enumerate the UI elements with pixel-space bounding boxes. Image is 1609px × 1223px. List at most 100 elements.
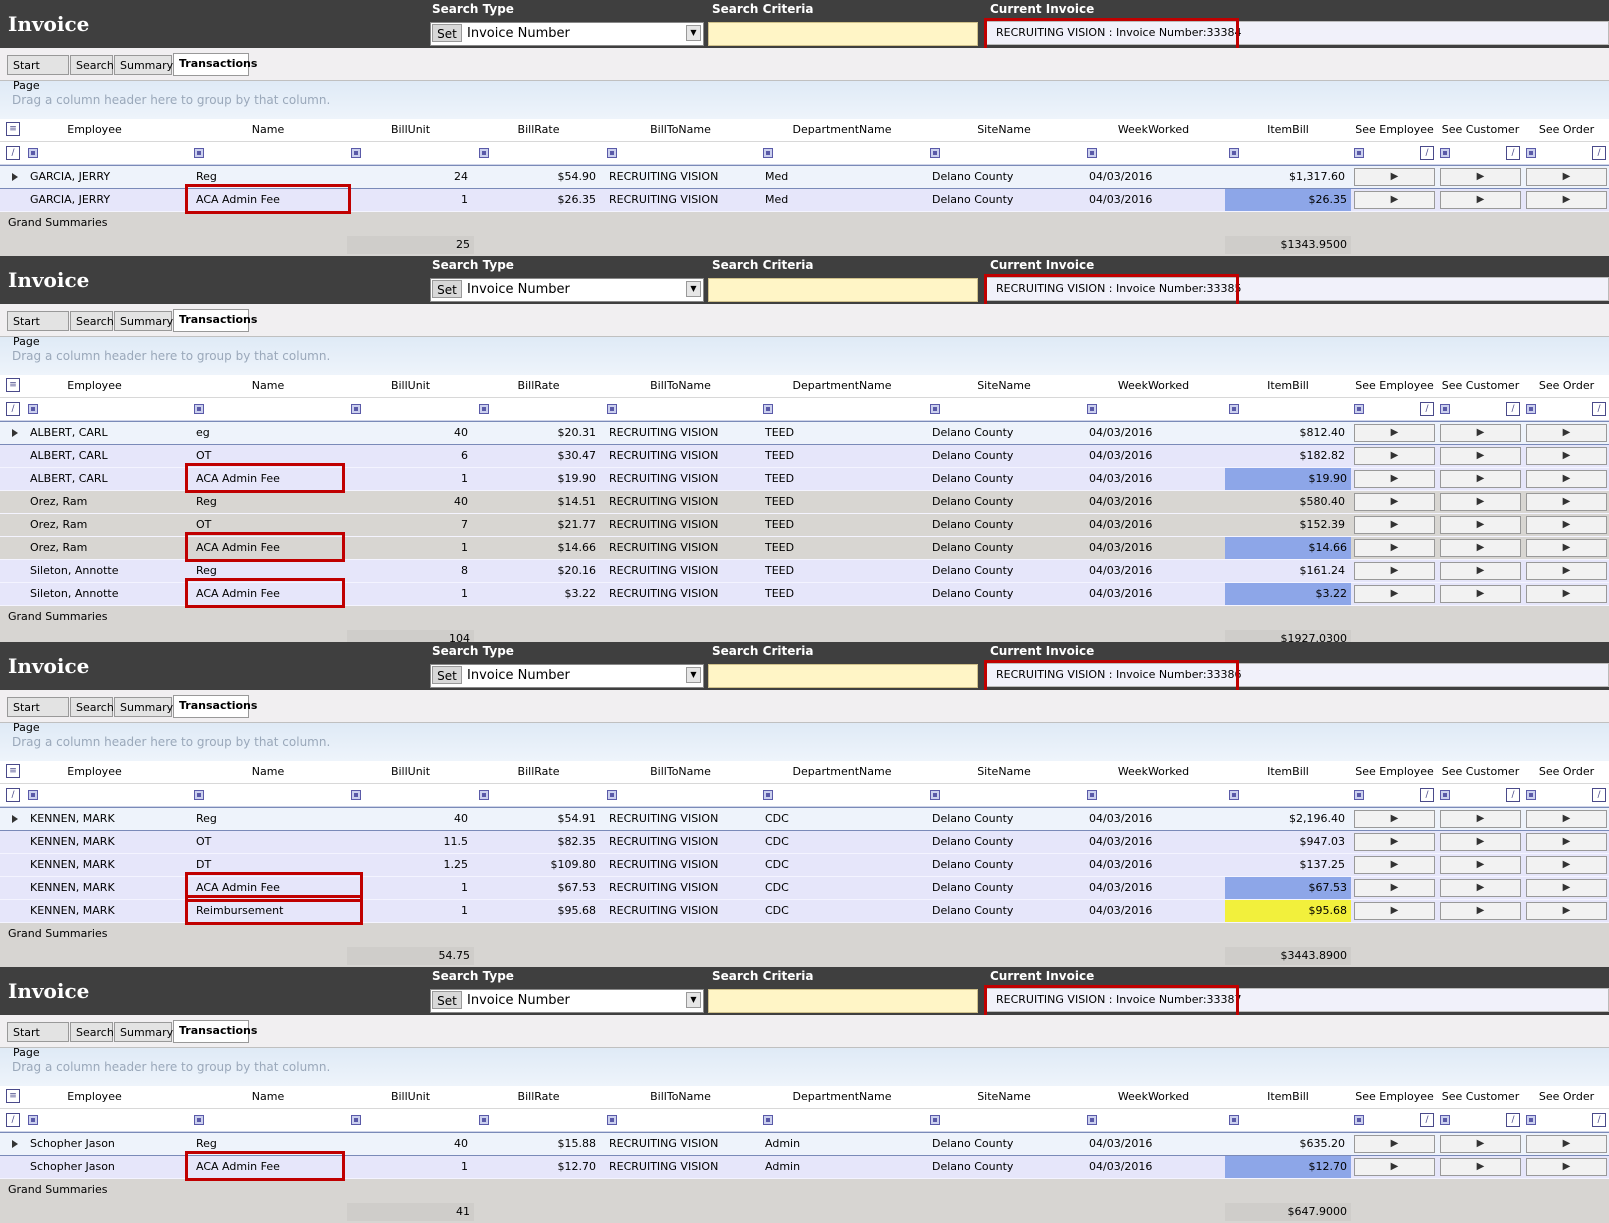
column-header-itembill[interactable]: ItemBill	[1225, 375, 1351, 397]
tab-search[interactable]: Search	[70, 1022, 114, 1042]
column-header-see-customer[interactable]: See Customer	[1438, 761, 1523, 783]
column-header-weekworked[interactable]: WeekWorked	[1083, 119, 1224, 141]
see-order-button[interactable]: ▶	[1526, 1135, 1607, 1153]
filter-icon[interactable]	[28, 148, 38, 158]
see-order-button[interactable]: ▶	[1526, 493, 1607, 511]
column-header-see-customer[interactable]: See Customer	[1438, 1086, 1523, 1108]
column-header-see-employee[interactable]: See Employee	[1352, 1086, 1437, 1108]
tab-search[interactable]: Search	[70, 55, 114, 75]
search-type-select[interactable]: Set Invoice Number ▼	[430, 664, 704, 688]
chevron-down-icon[interactable]: ▼	[686, 992, 701, 1008]
see-order-button[interactable]: ▶	[1526, 191, 1607, 209]
see-customer-button[interactable]: ▶	[1440, 585, 1521, 603]
column-header-see-employee[interactable]: See Employee	[1352, 119, 1437, 141]
column-header-billunit[interactable]: BillUnit	[347, 761, 474, 783]
filter-icon[interactable]	[479, 790, 489, 800]
filter-icon[interactable]	[1087, 790, 1097, 800]
see-employee-button[interactable]: ▶	[1354, 562, 1435, 580]
see-employee-button[interactable]: ▶	[1354, 1158, 1435, 1176]
see-employee-button[interactable]: ▶	[1354, 1135, 1435, 1153]
tab-transactions[interactable]: Transactions	[173, 1020, 257, 1043]
see-employee-button[interactable]: ▶	[1354, 879, 1435, 897]
column-header-sitename[interactable]: SiteName	[926, 1086, 1082, 1108]
see-customer-button[interactable]: ▶	[1440, 470, 1521, 488]
filter-icon[interactable]	[351, 148, 361, 158]
column-header-weekworked[interactable]: WeekWorked	[1083, 375, 1224, 397]
see-customer-button[interactable]: ▶	[1440, 493, 1521, 511]
tab-summary[interactable]: Summary	[114, 311, 173, 331]
filter-icon[interactable]	[1087, 404, 1097, 414]
search-criteria-input[interactable]	[708, 664, 978, 688]
column-header-itembill[interactable]: ItemBill	[1225, 1086, 1351, 1108]
clear-filter-icon[interactable]: ∕	[1506, 788, 1520, 802]
filter-icon[interactable]	[607, 404, 617, 414]
table-row[interactable]: KENNEN, MARK Reimbursement 1 $95.68 RECRUITI…	[0, 895, 1609, 925]
column-header-sitename[interactable]: SiteName	[926, 375, 1082, 397]
filter-icon[interactable]	[479, 148, 489, 158]
see-employee-button[interactable]: ▶	[1354, 810, 1435, 828]
clear-filter-icon[interactable]: ∕	[1420, 402, 1434, 416]
see-employee-button[interactable]: ▶	[1354, 168, 1435, 186]
filter-icon[interactable]	[351, 790, 361, 800]
chevron-down-icon[interactable]: ▼	[686, 667, 701, 683]
column-header-sitename[interactable]: SiteName	[926, 761, 1082, 783]
filter-icon[interactable]	[607, 790, 617, 800]
clear-filter-icon[interactable]: ∕	[1506, 1113, 1520, 1127]
filter-icon[interactable]	[1229, 148, 1239, 158]
see-customer-button[interactable]: ▶	[1440, 516, 1521, 534]
filter-icon[interactable]	[763, 790, 773, 800]
filter-icon[interactable]	[1440, 790, 1450, 800]
clear-filter-icon[interactable]: ∕	[1592, 402, 1606, 416]
column-header-billunit[interactable]: BillUnit	[347, 119, 474, 141]
see-order-button[interactable]: ▶	[1526, 447, 1607, 465]
see-order-button[interactable]: ▶	[1526, 562, 1607, 580]
see-customer-button[interactable]: ▶	[1440, 168, 1521, 186]
clear-filter-icon[interactable]: ∕	[1506, 402, 1520, 416]
column-header-billrate[interactable]: BillRate	[475, 1086, 602, 1108]
filter-icon[interactable]	[1354, 404, 1364, 414]
table-row[interactable]: KENNEN, MARK Reg 40 $54.91 RECRUITING VISION…	[0, 807, 1609, 831]
column-header-billunit[interactable]: BillUnit	[347, 1086, 474, 1108]
column-header-departmentname[interactable]: DepartmentName	[759, 761, 925, 783]
filter-icon[interactable]	[194, 404, 204, 414]
table-row[interactable]: ALBERT, CARL eg 40 $20.31 RECRUITING VISION T…	[0, 421, 1609, 445]
see-customer-button[interactable]: ▶	[1440, 879, 1521, 897]
table-row[interactable]: GARCIA, JERRY ACA Admin Fee 1 $26.35 RECRUIT…	[0, 184, 1609, 214]
column-header-see-order[interactable]: See Order	[1524, 761, 1609, 783]
table-row[interactable]: Sileton, Annotte ACA Admin Fee 1 $3.22 RECRU…	[0, 578, 1609, 608]
column-header-employee[interactable]: Employee	[0, 1086, 189, 1108]
filter-icon[interactable]	[194, 148, 204, 158]
table-row[interactable]: Schopher Jason ACA Admin Fee 1 $12.70 RECRUI…	[0, 1151, 1609, 1181]
column-header-itembill[interactable]: ItemBill	[1225, 119, 1351, 141]
column-header-departmentname[interactable]: DepartmentName	[759, 1086, 925, 1108]
column-header-see-customer[interactable]: See Customer	[1438, 375, 1523, 397]
column-header-see-order[interactable]: See Order	[1524, 119, 1609, 141]
filter-icon[interactable]	[1440, 1115, 1450, 1125]
column-header-billrate[interactable]: BillRate	[475, 761, 602, 783]
clear-filter-icon[interactable]: ∕	[6, 146, 20, 160]
filter-icon[interactable]	[1229, 404, 1239, 414]
see-employee-button[interactable]: ▶	[1354, 833, 1435, 851]
filter-icon[interactable]	[1354, 148, 1364, 158]
filter-icon[interactable]	[1354, 790, 1364, 800]
filter-icon[interactable]	[930, 1115, 940, 1125]
filter-icon[interactable]	[194, 790, 204, 800]
set-button[interactable]: Set	[432, 991, 462, 1009]
column-header-departmentname[interactable]: DepartmentName	[759, 119, 925, 141]
search-type-select[interactable]: Set Invoice Number ▼	[430, 22, 704, 46]
search-criteria-input[interactable]	[708, 989, 978, 1013]
filter-icon[interactable]	[1526, 1115, 1536, 1125]
see-customer-button[interactable]: ▶	[1440, 424, 1521, 442]
see-employee-button[interactable]: ▶	[1354, 470, 1435, 488]
column-header-employee[interactable]: Employee	[0, 119, 189, 141]
see-employee-button[interactable]: ▶	[1354, 447, 1435, 465]
clear-filter-icon[interactable]: ∕	[1420, 146, 1434, 160]
clear-filter-icon[interactable]: ∕	[6, 788, 20, 802]
column-header-billrate[interactable]: BillRate	[475, 375, 602, 397]
column-header-billrate[interactable]: BillRate	[475, 119, 602, 141]
filter-icon[interactable]	[479, 1115, 489, 1125]
tab-summary[interactable]: Summary	[114, 55, 173, 75]
column-header-itembill[interactable]: ItemBill	[1225, 761, 1351, 783]
filter-icon[interactable]	[1526, 148, 1536, 158]
column-header-employee[interactable]: Employee	[0, 761, 189, 783]
